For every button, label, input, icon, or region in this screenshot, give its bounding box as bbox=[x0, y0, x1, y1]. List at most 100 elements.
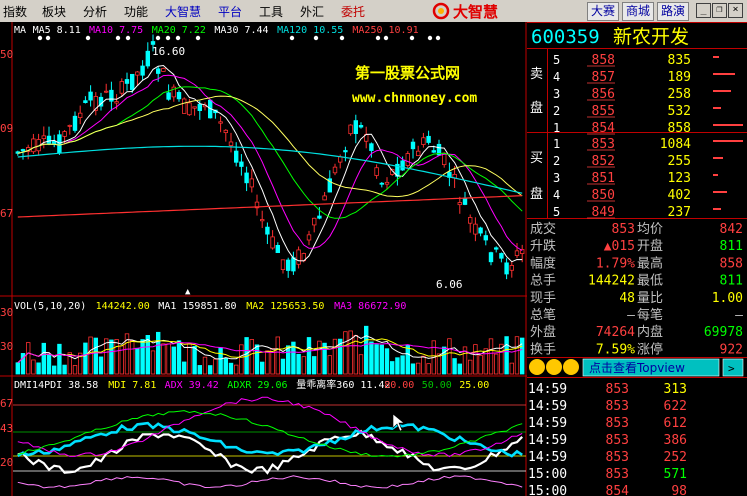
vol-axis-label: 30 bbox=[0, 340, 13, 353]
candle-body bbox=[88, 91, 93, 101]
topview-label: 点击查看Topview bbox=[589, 361, 685, 375]
volume-bar bbox=[436, 353, 442, 375]
tick-price: 853 bbox=[606, 382, 629, 397]
menu-item-sector[interactable]: 板块 bbox=[42, 3, 66, 20]
tick-volume: 386 bbox=[664, 433, 687, 448]
stat-value: — bbox=[735, 308, 743, 323]
volume-bar bbox=[389, 361, 395, 375]
volume-bar bbox=[447, 338, 452, 375]
menu-item-platform[interactable]: 平台 bbox=[218, 3, 242, 20]
candle-body bbox=[140, 65, 145, 76]
tick-time: 14:59 bbox=[528, 399, 567, 414]
event-marker-icon bbox=[85, 35, 91, 41]
volume-bar bbox=[410, 363, 416, 375]
menu-item-order[interactable]: 委托 bbox=[341, 3, 365, 20]
volume-bar bbox=[192, 345, 197, 375]
volume-bar bbox=[171, 346, 176, 375]
menu-item-dzh[interactable]: 大智慧 bbox=[165, 3, 201, 20]
volume-bar bbox=[57, 343, 62, 375]
legend-item: 80.00 bbox=[384, 380, 414, 391]
stat-label: 总笔 bbox=[530, 307, 556, 323]
roadshow-button[interactable]: 路演 bbox=[657, 2, 689, 21]
candle-body bbox=[129, 73, 135, 90]
volume-bar bbox=[384, 348, 390, 375]
candle-body bbox=[197, 103, 202, 111]
sell-volume: 858 bbox=[668, 121, 691, 136]
sell-level: 1 bbox=[553, 121, 560, 135]
candle-body bbox=[228, 141, 234, 146]
menu-item-analysis[interactable]: 分析 bbox=[83, 3, 107, 20]
circle-button-icon[interactable] bbox=[563, 359, 579, 375]
volume-bar bbox=[363, 325, 369, 375]
candle-body bbox=[405, 153, 410, 166]
candle-body bbox=[337, 156, 343, 163]
candle-body bbox=[150, 41, 156, 45]
candle-body bbox=[343, 150, 348, 153]
candle-body bbox=[46, 135, 52, 144]
candle-body bbox=[20, 149, 26, 152]
menu-item-forex[interactable]: 外汇 bbox=[300, 3, 324, 20]
event-marker-icon bbox=[165, 35, 171, 41]
tick-time: 15:00 bbox=[528, 484, 567, 496]
buy-level: 4 bbox=[553, 188, 560, 202]
candle-body bbox=[311, 217, 317, 226]
buy-level: 2 bbox=[553, 154, 560, 168]
tick-time: 14:59 bbox=[528, 450, 567, 465]
menu-item-index[interactable]: 指数 bbox=[3, 3, 27, 20]
menu-item-function[interactable]: 功能 bbox=[124, 3, 148, 20]
tick-volume: 98 bbox=[671, 484, 687, 496]
minimize-button[interactable]: _ bbox=[696, 3, 711, 18]
volume-bar bbox=[62, 364, 67, 375]
candle-body bbox=[275, 245, 280, 254]
stat-label: 现手 bbox=[530, 291, 556, 306]
circle-button-icon[interactable] bbox=[529, 359, 545, 375]
restore-button[interactable]: ❐ bbox=[712, 3, 727, 18]
volume-bar bbox=[483, 348, 488, 375]
circle-button-icon[interactable] bbox=[546, 359, 562, 375]
candle-body bbox=[296, 249, 301, 265]
candle-body bbox=[462, 197, 468, 205]
kline-axis-label: 09 bbox=[0, 122, 13, 135]
quote-panel: 600359 新农开发 卖 盘 买 盘 5 858 8354 857 1893 856 25… bbox=[527, 22, 747, 496]
volume-bar bbox=[129, 340, 135, 375]
buy-level: 1 bbox=[553, 137, 560, 151]
volume-bar bbox=[213, 358, 218, 375]
tick-price: 853 bbox=[606, 399, 629, 414]
volume-bar bbox=[478, 354, 483, 375]
volume-bar bbox=[197, 365, 202, 375]
candle-body bbox=[239, 161, 244, 167]
volume-bar bbox=[713, 191, 727, 193]
close-button[interactable]: × bbox=[728, 3, 743, 18]
candle-body bbox=[135, 71, 140, 76]
volume-bar bbox=[713, 124, 743, 126]
tick-time: 14:59 bbox=[528, 433, 567, 448]
stat-value: 1.00 bbox=[712, 291, 743, 306]
candle-body bbox=[265, 226, 270, 235]
candle-body bbox=[504, 262, 509, 275]
candle-body bbox=[57, 134, 62, 154]
legend-item: VOL(5,10,20) bbox=[14, 301, 86, 312]
candle-body bbox=[415, 150, 421, 156]
volume-bar bbox=[228, 362, 234, 375]
legend-item: ADX 39.42 bbox=[165, 380, 219, 391]
stat-label: 升跌 bbox=[530, 238, 556, 254]
chart-area[interactable]: MA MA5 8.11 MA10 7.75 MA20 7.22 MA30 7.44 MA1… bbox=[0, 22, 527, 496]
legend-item: MA10 7.75 bbox=[89, 25, 143, 36]
legend-item: MA1 159851.80 bbox=[158, 301, 236, 312]
contest-button[interactable]: 大赛 bbox=[587, 2, 619, 21]
volume-bar bbox=[493, 353, 499, 375]
event-marker-icon bbox=[45, 35, 51, 41]
stat-value: 811 bbox=[720, 274, 743, 289]
candle-body bbox=[285, 259, 291, 271]
legend-item: MA bbox=[14, 25, 26, 36]
buy-volume: 402 bbox=[668, 188, 691, 203]
mall-button[interactable]: 商城 bbox=[622, 2, 654, 21]
stat-value: — bbox=[627, 308, 635, 323]
candle-body bbox=[187, 102, 192, 116]
candle-body bbox=[155, 68, 161, 74]
menu-item-tools[interactable]: 工具 bbox=[259, 3, 283, 20]
candle-body bbox=[78, 112, 83, 118]
volume-bar bbox=[301, 356, 306, 375]
volume-bar bbox=[114, 339, 119, 375]
candle-body bbox=[161, 68, 166, 72]
